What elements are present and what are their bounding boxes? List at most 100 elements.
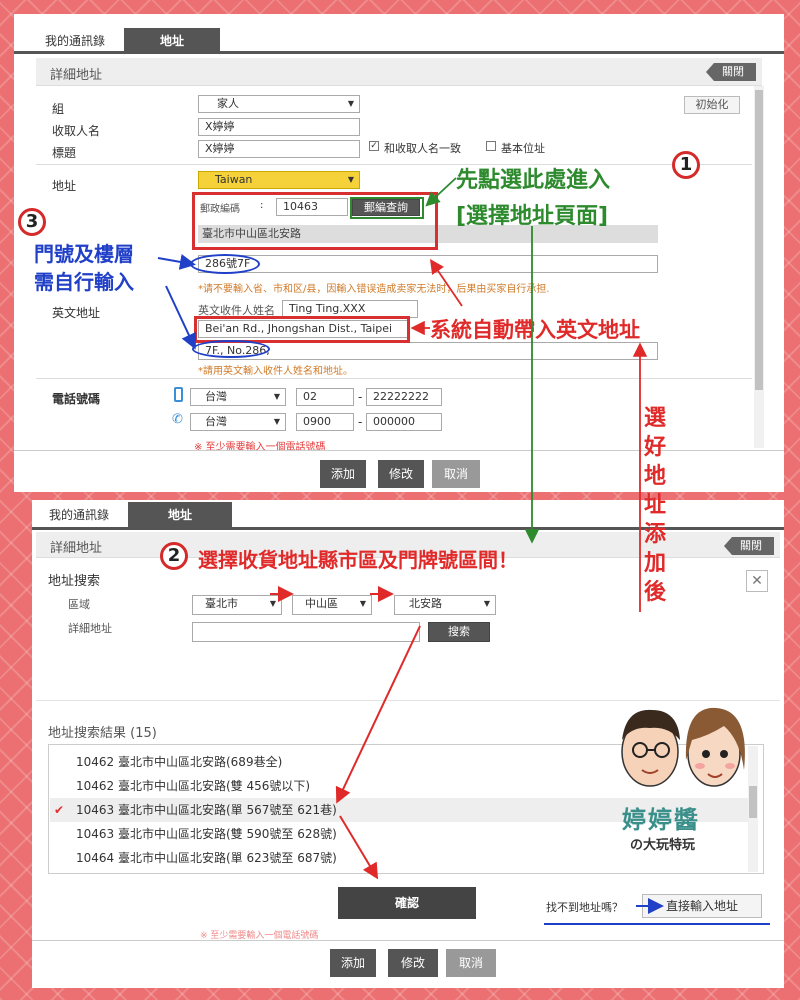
close-button[interactable]: 關閉	[706, 63, 756, 81]
cancel-button[interactable]: 取消	[446, 949, 496, 977]
cancel-button[interactable]: 取消	[432, 460, 480, 488]
step-three-text-2: 需自行輸入	[34, 270, 134, 294]
title-input[interactable]: X婷婷	[198, 140, 360, 158]
recipient-input[interactable]: X婷婷	[198, 118, 360, 136]
tab-bar: 我的通訊錄 地址	[14, 14, 784, 54]
road-select-value: 北安路	[409, 597, 442, 610]
group-select-value: 家人	[217, 97, 239, 110]
district-select-value: 中山區	[305, 597, 338, 610]
divider	[36, 164, 752, 165]
vertical-note: 選 好 地 址 添 加 後	[644, 404, 678, 607]
phone-icon: ✆	[172, 412, 183, 427]
auto-english-text: 系統自動帶入英文地址	[430, 318, 640, 342]
step-one-badge: 1	[672, 151, 700, 179]
vertical-char: 後	[644, 580, 667, 605]
check-icon: ✔	[54, 803, 65, 817]
mobile-icon	[174, 387, 183, 402]
district-select[interactable]: 中山區 ▼	[292, 595, 372, 615]
detail-header-title: 詳細地址	[50, 541, 103, 556]
region-label: 區域	[68, 598, 90, 611]
edit-button[interactable]: 修改	[378, 460, 424, 488]
phone2-number-input[interactable]: 000000	[366, 413, 442, 431]
step-two-text: 選擇收貨地址縣市區及門牌號區間！	[198, 548, 518, 572]
edit-button[interactable]: 修改	[388, 949, 438, 977]
close-icon[interactable]: ✕	[746, 570, 768, 592]
country-select-value: Taiwan	[215, 173, 253, 186]
logo-subtitle: の大玩特玩	[630, 838, 696, 853]
step-one-text: 先點選此處進入	[456, 168, 611, 193]
detail-header-title: 詳細地址	[50, 68, 103, 83]
avatar-illustration	[621, 707, 745, 787]
phone2-country-value: 台灣	[205, 415, 227, 428]
tab-contacts[interactable]: 我的通訊錄	[36, 502, 122, 528]
detail-ellipse	[190, 254, 260, 274]
chevron-down-icon: ▼	[347, 99, 354, 108]
vertical-char: 址	[644, 493, 667, 518]
address-label: 地址	[52, 179, 77, 193]
direct-input-button[interactable]: 直接輸入地址	[642, 894, 762, 918]
tab-contacts[interactable]: 我的通訊錄	[32, 28, 118, 54]
step-three-badge: 3	[18, 208, 46, 236]
phone2-dash: -	[358, 415, 363, 429]
country-select[interactable]: Taiwan ▼	[198, 171, 360, 189]
search-button[interactable]: 搜索	[428, 622, 490, 642]
scrollbar[interactable]	[754, 86, 764, 448]
detail-address-input[interactable]: 286號7F	[198, 255, 658, 273]
vertical-char: 好	[644, 435, 667, 460]
same-as-recipient-label: 和收取人名一致	[384, 142, 461, 155]
city-select-value: 臺北市	[205, 597, 238, 610]
english-address-label: 英文地址	[52, 306, 101, 320]
phone1-dash: -	[358, 390, 363, 404]
road-select[interactable]: 北安路 ▼	[394, 595, 496, 615]
english-note: *請用英文輸入收件人姓名和地址。	[198, 366, 353, 377]
phone2-area-input[interactable]: 0900	[296, 413, 354, 431]
phone1-country-value: 台灣	[205, 390, 227, 403]
chevron-down-icon: ▼	[483, 599, 490, 608]
phone2-country-select[interactable]: 台灣 ▼	[190, 413, 286, 431]
phone1-area-input[interactable]: 02	[296, 388, 354, 406]
scrollbar-thumb[interactable]	[755, 90, 763, 390]
step-three-text: 門號及樓層	[34, 242, 134, 266]
not-found-label: 找不到地址嗎？	[546, 901, 623, 914]
phone1-country-select[interactable]: 台灣 ▼	[190, 388, 286, 406]
city-select[interactable]: 臺北市 ▼	[192, 595, 282, 615]
basic-address-label: 基本位址	[501, 142, 545, 155]
step-two-badge: 2	[160, 542, 188, 570]
tab-address[interactable]: 地址	[124, 28, 220, 54]
step-one-text-2: [選擇地址頁面]	[456, 204, 609, 229]
blog-logo: 婷婷醬 の大玩特玩	[612, 700, 756, 868]
list-item-label: 10463 臺北市中山區北安路(單 567號至 621巷)	[76, 803, 337, 817]
same-as-recipient-checkbox[interactable]: ✓	[369, 141, 379, 151]
group-select[interactable]: 家人 ▼	[198, 95, 360, 113]
vertical-char: 加	[644, 551, 667, 576]
detail-address-label: 詳細地址	[68, 622, 112, 635]
vertical-char: 地	[644, 464, 667, 489]
chevron-down-icon: ▼	[269, 599, 276, 608]
basic-address-checkbox[interactable]	[486, 141, 496, 151]
add-button[interactable]: 添加	[330, 949, 376, 977]
confirm-button[interactable]: 確認	[338, 887, 476, 919]
reset-button[interactable]: 初始化	[684, 96, 740, 114]
phone1-number-input[interactable]: 22222222	[366, 388, 442, 406]
vertical-char: 選	[644, 406, 667, 431]
english-address-highlight	[194, 316, 410, 343]
divider	[32, 940, 784, 941]
title-label: 標題	[52, 146, 77, 160]
close-button[interactable]: 關閉	[724, 537, 774, 555]
chevron-down-icon: ▼	[359, 599, 366, 608]
phone-label: 電話號碼	[52, 392, 101, 406]
divider	[36, 378, 752, 379]
results-title: 地址搜索結果 (15)	[48, 726, 157, 741]
logo-title: 婷婷醬	[622, 806, 700, 834]
address-search-title: 地址搜索	[48, 574, 101, 589]
address-warning: *请不要輸入省、市和区/县，因輸入错误造成卖家无法时，后果由买家自行承担.	[198, 284, 550, 295]
postal-button-highlight	[350, 197, 424, 219]
english-detail-ellipse	[192, 340, 270, 358]
detail-address-input[interactable]	[192, 622, 420, 642]
add-button[interactable]: 添加	[320, 460, 366, 488]
chevron-down-icon: ▼	[347, 175, 354, 184]
recipient-label: 收取人名	[52, 124, 101, 138]
chevron-down-icon: ▼	[273, 392, 280, 401]
vertical-char: 添	[644, 522, 667, 547]
tab-address[interactable]: 地址	[128, 502, 232, 530]
